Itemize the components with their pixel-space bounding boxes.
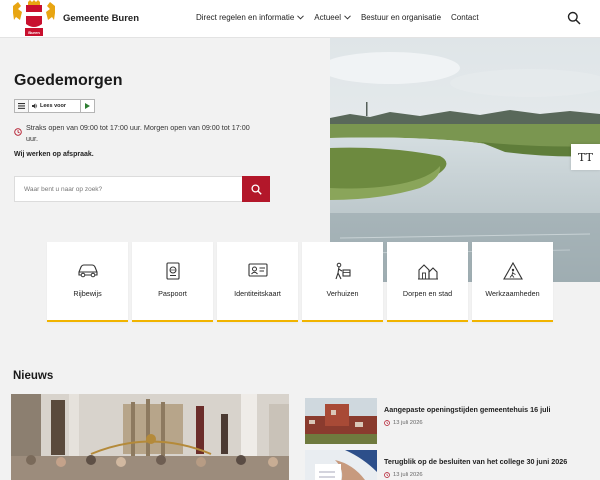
nav-item-label: Direct regelen en informatie <box>196 13 295 22</box>
nav-item-contact[interactable]: Contact <box>451 13 479 22</box>
passport-icon <box>165 262 180 280</box>
site-name[interactable]: Gemeente Buren <box>63 13 139 24</box>
clock-icon <box>14 128 22 136</box>
roadworks-icon <box>502 262 523 280</box>
speaker-icon <box>32 103 38 109</box>
tile-label: Verhuizen <box>326 289 359 298</box>
tile-paspoort[interactable]: Paspoort <box>132 242 213 322</box>
car-icon <box>77 264 98 278</box>
text-size-button[interactable]: TT <box>571 144 600 170</box>
news-heading: Nieuws <box>13 370 54 382</box>
news-featured-image[interactable] <box>11 394 289 480</box>
nav-item-label: Bestuur en organisatie <box>360 13 442 22</box>
tile-rijbewijs[interactable]: Rijbewijs <box>47 242 128 322</box>
news-thumbnail <box>305 450 377 480</box>
gemeente-buren-logo[interactable]: Buren <box>12 0 56 38</box>
news-item[interactable]: Terugblik op de besluiten van het colleg… <box>305 450 590 480</box>
site-header: Buren Gemeente Buren Direct regelen en i… <box>0 0 600 38</box>
tile-label: Dorpen en stad <box>402 289 453 298</box>
nav-item-label: Actueel <box>314 13 341 22</box>
readspeaker-menu-button[interactable] <box>15 100 29 112</box>
readspeaker-play-button[interactable] <box>80 100 94 112</box>
nav-item-actueel[interactable]: Actueel <box>314 13 351 22</box>
nav-item-label: Contact <box>451 13 479 22</box>
readspeaker-widget: Lees voor <box>14 99 95 113</box>
clock-icon <box>384 420 390 426</box>
news-item-date-text: 13 juli 2026 <box>393 472 423 478</box>
play-icon <box>85 103 90 109</box>
site-search <box>14 176 270 202</box>
search-icon[interactable] <box>567 11 581 25</box>
news-item[interactable]: Aangepaste openingstijden gemeentehuis 1… <box>305 398 590 444</box>
logo-text: Buren <box>28 30 40 35</box>
nav-item-direct-regelen[interactable]: Direct regelen en informatie <box>196 13 305 22</box>
main-nav: Direct regelen en informatie Actueel Bes… <box>196 13 489 22</box>
news-item-title: Terugblik op de besluiten van het colleg… <box>384 457 568 466</box>
news-item-date: 13 juli 2026 <box>384 472 423 478</box>
news-thumbnail <box>305 398 377 444</box>
chevron-down-icon <box>344 15 351 20</box>
moving-icon <box>334 262 351 280</box>
village-icon <box>417 264 438 280</box>
news-item-date: 13 juli 2026 <box>384 420 423 426</box>
greeting-heading: Goedemorgen <box>14 72 123 89</box>
clock-icon <box>384 472 390 478</box>
tile-label: Rijbewijs <box>73 289 102 298</box>
tile-label: Identiteitskaart <box>234 289 281 298</box>
news-item-title: Aangepaste openingstijden gemeentehuis 1… <box>384 405 551 414</box>
tile-verhuizen[interactable]: Verhuizen <box>302 242 383 322</box>
news-item-date-text: 13 juli 2026 <box>393 420 423 426</box>
readspeaker-read-button[interactable]: Lees voor <box>29 100 80 112</box>
tile-label: Werkzaamheden <box>485 289 540 298</box>
readspeaker-label: Lees voor <box>40 103 66 109</box>
tile-werkzaamheden[interactable]: Werkzaamheden <box>472 242 553 322</box>
tile-dorpen-en-stad[interactable]: Dorpen en stad <box>387 242 468 322</box>
id-card-icon <box>247 263 268 277</box>
search-submit-button[interactable] <box>242 176 270 202</box>
tile-identiteitskaart[interactable]: Identiteitskaart <box>217 242 298 322</box>
search-icon <box>250 183 262 195</box>
nav-item-bestuur[interactable]: Bestuur en organisatie <box>361 13 441 22</box>
menu-icon <box>18 103 25 109</box>
chevron-down-icon <box>297 15 305 20</box>
appointment-note: Wij werken op afspraak. <box>14 151 94 158</box>
search-input[interactable] <box>14 176 242 202</box>
tile-label: Paspoort <box>158 289 187 298</box>
opening-hours-text: Straks open van 09:00 tot 17:00 uur. Mor… <box>26 123 250 143</box>
